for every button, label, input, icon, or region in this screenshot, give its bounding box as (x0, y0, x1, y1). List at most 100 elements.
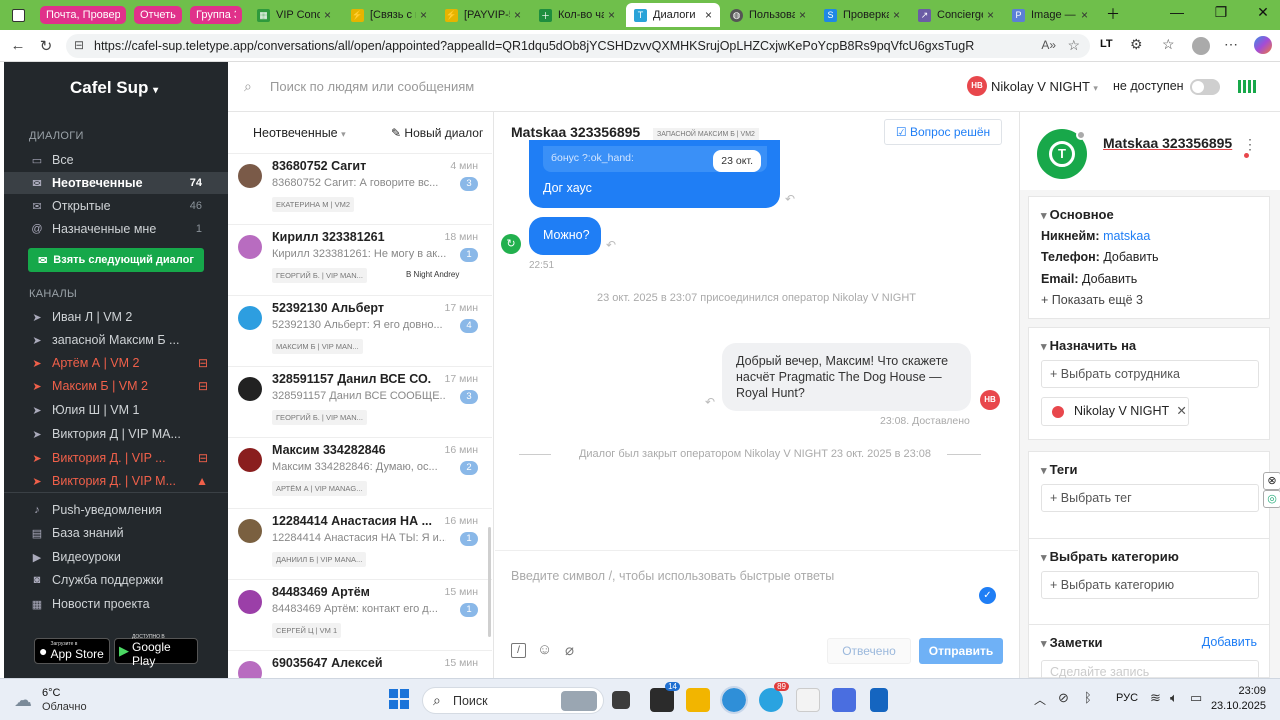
restore-icon[interactable]: ❐ (1206, 4, 1236, 21)
category-picker[interactable]: + Выбрать категорию (1041, 571, 1259, 599)
site-info-icon[interactable]: ⊟ (74, 38, 84, 52)
list-scrollbar[interactable] (488, 527, 491, 637)
copilot-icon[interactable] (1254, 36, 1272, 54)
conversation-row[interactable]: Кирилл 323381261 18 мин Кирилл 323381261: … (228, 225, 492, 296)
sidebar-item-all[interactable]: ▭ Все (4, 149, 228, 171)
conversation-row[interactable]: 328591157 Данил ВСЕ СО... 17 мин 328591157… (228, 367, 492, 438)
favorite-star-icon[interactable]: ☆ (1067, 37, 1080, 54)
emoji-icon[interactable]: ☺ (537, 641, 552, 658)
show-more-link[interactable]: + Показать ещё 3 (1041, 293, 1143, 307)
add-phone-link[interactable]: Добавить (1103, 250, 1158, 264)
battery-icon[interactable]: ▭ (1190, 690, 1202, 706)
app-icon[interactable] (832, 688, 856, 712)
assign-picker[interactable]: + Выбрать сотрудника (1041, 360, 1259, 388)
app-icon[interactable] (796, 688, 820, 712)
sidebar-item-assigned[interactable]: @ Назначенные мне 1 (4, 218, 228, 240)
nickname-link[interactable]: matskaa (1103, 229, 1150, 243)
windows-start-icon[interactable] (389, 689, 409, 709)
task-view-icon[interactable] (612, 691, 630, 709)
send-button[interactable]: Отправить (919, 638, 1003, 664)
reply-icon[interactable]: ↶ (785, 192, 795, 206)
profile-avatar[interactable] (1192, 37, 1210, 55)
filter-dropdown[interactable]: Неотвеченные ▾ (253, 126, 346, 140)
answered-button[interactable]: Отвечено (827, 638, 911, 664)
app-icon[interactable]: 14 (650, 682, 680, 712)
add-note-link[interactable]: Добавить (1202, 635, 1257, 649)
google-play-button[interactable]: ▶ ДОСТУПНО В Google Play (114, 634, 198, 668)
sidebar-item-unanswered[interactable]: ✉ Неотвеченные 74 (4, 172, 228, 194)
brand-title[interactable]: Cafel Sup ▾ (70, 78, 158, 98)
note-input[interactable]: Сделайте запись (1041, 660, 1259, 680)
operator-avatar[interactable]: НВ (967, 76, 987, 96)
assign-header[interactable]: Назначить на (1041, 338, 1137, 353)
language-indicator[interactable]: РУС (1116, 692, 1138, 704)
sidebar-item-open[interactable]: ✉ Открытые 46 (4, 195, 228, 217)
take-next-dialog-button[interactable]: ✉ Взять следующий диалог (28, 248, 204, 272)
tab-group-3[interactable]: Группа 3 (190, 6, 242, 24)
channel-item[interactable]: ➤ запасной Максим Б ... (4, 329, 228, 351)
reply-icon[interactable]: ↶ (606, 238, 616, 252)
sidebar-link-videos[interactable]: ▶ Видеоуроки (4, 546, 228, 568)
url-field[interactable]: ⊟ https://cafel-sup.teletype.app/convers… (66, 34, 1090, 58)
favorites-icon[interactable]: ☆ (1162, 36, 1175, 53)
tab-group-mail[interactable]: Почта, Проверк (40, 6, 126, 24)
new-tab-icon[interactable]: ＋ (1098, 4, 1128, 24)
channel-item[interactable]: ➤ Артём А | VM 2 ⊟ (4, 352, 228, 374)
read-aloud-icon[interactable]: A» (1041, 38, 1056, 52)
sidebar-link-support[interactable]: ◙ Служба поддержки (4, 569, 228, 591)
taskbar-search[interactable]: ⌕ Поиск (422, 687, 604, 714)
channel-item[interactable]: ➤ Максим Б | VM 2 ⊟ (4, 375, 228, 397)
tag-picker[interactable]: + Выбрать тег (1041, 484, 1259, 512)
tab-vip-concierge[interactable]: ▦VIP Concie× (249, 3, 339, 27)
close-window-icon[interactable]: ✕ (1248, 4, 1278, 21)
edge-browser-icon[interactable] (720, 686, 748, 714)
availability-toggle[interactable] (1190, 79, 1220, 95)
weather-temp[interactable]: 6°C (42, 687, 60, 699)
operator-menu[interactable]: Nikolay V NIGHT ▾ (991, 79, 1098, 94)
volume-icon[interactable]: 🔈︎ (1170, 690, 1178, 706)
tab-image[interactable]: P Image — × (1004, 3, 1096, 27)
tab-users[interactable]: ◍ Пользова × (722, 3, 814, 27)
new-dialog-button[interactable]: ✎ Новый диалог (391, 126, 483, 140)
remove-assignee-icon[interactable]: ✕ (1176, 404, 1186, 418)
conversation-row[interactable]: Максим 334282846 16 мин Максим 334282846: … (228, 438, 492, 509)
reply-icon[interactable]: ↶ (705, 395, 715, 409)
tags-header[interactable]: Теги (1041, 462, 1078, 477)
browser-menu-icon[interactable] (4, 3, 34, 27)
clock-date[interactable]: 23.10.2025 (1204, 700, 1266, 712)
tray-app-icon[interactable]: ⊘ (1058, 690, 1069, 706)
channel-item[interactable]: ➤ Виктория Д. | VIP M... ▲ (4, 470, 228, 492)
channel-item[interactable]: ➤ Юлия Ш | VM 1 (4, 399, 228, 421)
tab-concierge[interactable]: ↗ Concierge × (910, 3, 1002, 27)
telegram-icon[interactable]: 89 (759, 682, 789, 712)
attachment-icon[interactable]: ⌀ (565, 641, 574, 659)
global-search-input[interactable]: Поиск по людям или сообщениям (270, 79, 474, 94)
more-menu-icon[interactable]: ⋯ (1224, 36, 1238, 53)
back-icon[interactable]: ← (8, 37, 28, 54)
tab-group-reports[interactable]: Отчеты (134, 6, 182, 24)
clock-time[interactable]: 23:09 (1216, 685, 1266, 697)
conversation-row[interactable]: 69035647 Алексей 15 мин (228, 651, 492, 678)
sidebar-link-news[interactable]: ▦ Новости проекта (4, 593, 228, 615)
tab-payvip[interactable]: ⚡ [PAYVIP-5 × (437, 3, 529, 27)
category-header[interactable]: Выбрать категорию (1041, 549, 1179, 564)
side-extension-close-icon[interactable]: ⊗ (1263, 472, 1280, 490)
channel-item[interactable]: ➤ Иван Л | VM 2 (4, 306, 228, 328)
channel-item[interactable]: ➤ Виктория Д. | VIP ... ⊟ (4, 447, 228, 469)
channel-item[interactable]: ➤ Виктория Д | VIP MA... (4, 423, 228, 445)
conversation-row[interactable]: 52392130 Альберт 17 мин 52392130 Альберт: … (228, 296, 492, 367)
message-input[interactable]: Введите символ /, чтобы использовать быс… (511, 569, 834, 583)
side-extension-globe-icon[interactable]: ◎ (1263, 490, 1280, 508)
tab-dialogs[interactable]: T Диалоги × (626, 3, 720, 27)
extensions-puzzle-icon[interactable]: ⚙ (1130, 36, 1143, 53)
notes-header[interactable]: Заметки (1041, 635, 1103, 650)
profile-more-icon[interactable]: ⋮ (1243, 136, 1257, 153)
weather-text[interactable]: Облачно (42, 701, 87, 713)
spellcheck-icon[interactable]: ✓ (979, 587, 996, 604)
resolve-button[interactable]: ☑ Вопрос решён (884, 119, 1002, 145)
extension-icon[interactable]: LT (1100, 38, 1113, 50)
reload-icon[interactable]: ↻ (36, 37, 56, 55)
profile-name[interactable]: Matskaa 323356895 (1103, 135, 1232, 151)
bluetooth-icon[interactable]: ᛒ (1084, 690, 1092, 705)
wifi-icon[interactable]: ≋ (1150, 690, 1161, 706)
